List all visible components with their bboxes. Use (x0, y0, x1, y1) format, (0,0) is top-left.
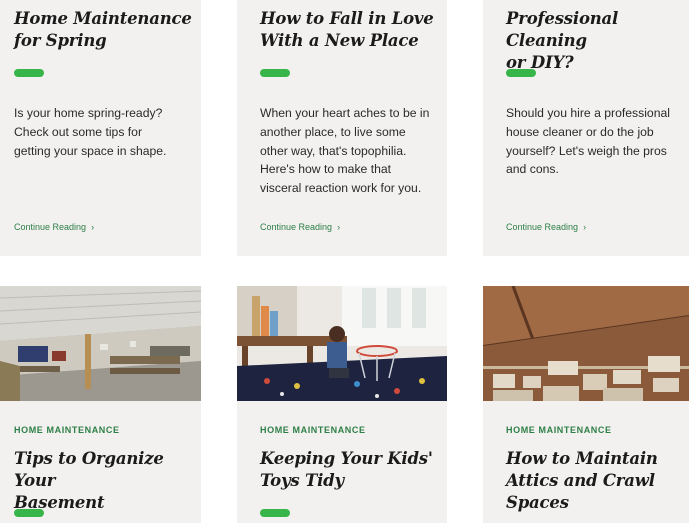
card-excerpt: Is your home spring-ready? Check out som… (14, 106, 167, 158)
card-excerpt: Should you hire a professional house cle… (506, 106, 670, 177)
continue-reading-link[interactable]: Continue Reading › (506, 222, 586, 232)
attic-photo[interactable] (483, 286, 689, 401)
article-card-professional-cleaning[interactable]: Professional Cleaning or DIY? Should you … (483, 0, 689, 256)
chevron-right-icon: › (91, 222, 95, 232)
card-title[interactable]: Tips to Organize Your Basement (14, 448, 201, 514)
basement-photo[interactable] (0, 286, 201, 401)
accent-bar (260, 509, 290, 517)
card-title[interactable]: Professional Cleaning or DIY? (506, 8, 689, 74)
accent-bar (506, 69, 536, 77)
article-card-kids-toys[interactable]: HOME MAINTENANCE Keeping Your Kids' Toys … (237, 286, 447, 523)
continue-reading-label: Continue Reading (260, 222, 333, 232)
continue-reading-link[interactable]: Continue Reading › (14, 222, 94, 232)
chevron-right-icon: › (337, 222, 341, 232)
article-card-home-maintenance-spring[interactable]: Home Maintenance for Spring Is your home … (0, 0, 201, 256)
continue-reading-link[interactable]: Continue Reading › (260, 222, 340, 232)
card-title[interactable]: Keeping Your Kids' Toys Tidy (260, 448, 433, 492)
kids-toys-photo[interactable] (237, 286, 447, 401)
card-excerpt: When your heart aches to be in another p… (260, 106, 430, 196)
category-link[interactable]: HOME MAINTENANCE (260, 425, 366, 435)
article-card-fall-in-love[interactable]: How to Fall in Love With a New Place When… (237, 0, 447, 256)
article-card-organize-basement[interactable]: HOME MAINTENANCE Tips to Organize Your Ba… (0, 286, 201, 523)
continue-reading-label: Continue Reading (14, 222, 87, 232)
card-title[interactable]: How to Fall in Love With a New Place (260, 8, 434, 52)
chevron-right-icon: › (583, 222, 587, 232)
card-title[interactable]: How to Maintain Attics and Crawl Spaces (506, 448, 658, 514)
accent-bar (14, 509, 44, 517)
category-link[interactable]: HOME MAINTENANCE (14, 425, 120, 435)
accent-bar (260, 69, 290, 77)
accent-bar (14, 69, 44, 77)
category-link[interactable]: HOME MAINTENANCE (506, 425, 612, 435)
article-card-attics-crawl-spaces[interactable]: HOME MAINTENANCE How to Maintain Attics a… (483, 286, 689, 523)
continue-reading-label: Continue Reading (506, 222, 579, 232)
card-title[interactable]: Home Maintenance for Spring (14, 8, 192, 52)
